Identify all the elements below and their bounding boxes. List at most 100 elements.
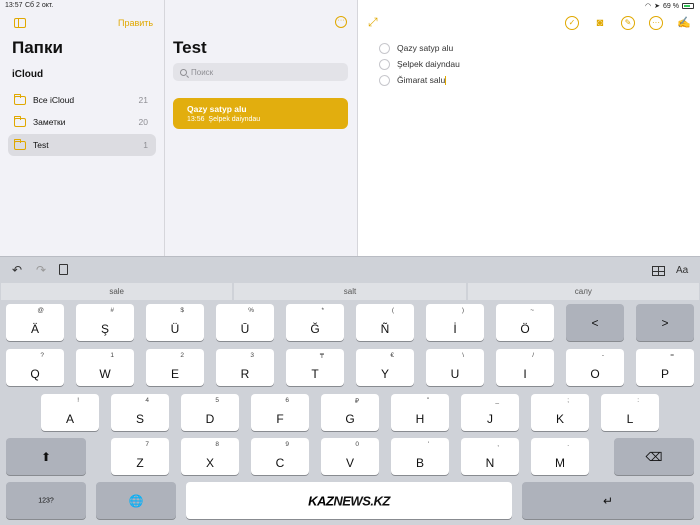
key-s[interactable]: 4S <box>111 394 169 431</box>
space-key[interactable]: KAZNEWS.KZ <box>186 482 512 519</box>
shift-key[interactable]: ⬆ <box>6 438 86 475</box>
table-icon[interactable] <box>652 266 665 276</box>
numbers-key[interactable]: 123? <box>6 482 86 519</box>
return-icon: ↵ <box>602 493 614 508</box>
folders-title: Папки <box>12 38 63 57</box>
space-key-logo: KAZNEWS.KZ <box>308 493 390 508</box>
key-j[interactable]: _ J <box>461 394 519 431</box>
key-g[interactable]: ₽ G <box>321 394 379 431</box>
note-card[interactable]: Qazy satyp alu 13:56 Şelpek daiyndau <box>173 98 348 129</box>
checklist-item[interactable]: Şelpek daiyndau <box>379 56 460 72</box>
suggestion[interactable]: sale <box>1 283 233 300</box>
edit-button[interactable]: Править <box>118 18 153 28</box>
key-p[interactable]: = P <box>636 349 694 386</box>
battery-icon <box>682 3 694 9</box>
key-n-tilde[interactable]: (Ñ <box>356 304 414 341</box>
notes-list: ··· Test Поиск Qazy satyp alu 13:56 Şelp… <box>165 0 358 256</box>
key-f[interactable]: 6F <box>251 394 309 431</box>
location-icon: ➤ <box>654 3 661 10</box>
key-u-macron[interactable]: % Ū <box>216 304 274 341</box>
key-l[interactable]: :L <box>601 394 659 431</box>
undo-icon[interactable]: ↶ <box>12 263 22 277</box>
camera-icon[interactable]: ◙ <box>593 16 607 30</box>
checklist-item[interactable]: Qazy satyp alu <box>379 40 460 56</box>
status-date: Сб 2 окт. <box>25 2 54 9</box>
paste-icon[interactable] <box>59 264 68 275</box>
key-a[interactable]: ! A <box>41 394 99 431</box>
editor-toolbar: ✓ ◙ ✎ ··· ✍ <box>565 16 691 30</box>
suggestion[interactable]: salt <box>234 283 466 300</box>
key-less-than[interactable]: < <box>566 304 624 341</box>
folder-count: 1 <box>143 140 148 150</box>
key-t[interactable]: ₸ T <box>286 349 344 386</box>
shift-icon: ⬆ <box>40 449 52 464</box>
key-s-cedilla[interactable]: # Ş <box>76 304 134 341</box>
key-o-umlaut[interactable]: ~ Ö <box>496 304 554 341</box>
key-r[interactable]: 3R <box>216 349 274 386</box>
keyboard: @ Ä # Ş $ Ü % Ū * Ğ (Ñ ) İ ~ Ö < > ? Q 1W 2E 3R … <box>0 300 700 525</box>
note-meta: 13:56 Şelpek daiyndau <box>187 116 260 123</box>
checkbox-circle-icon[interactable] <box>379 42 390 54</box>
backspace-key[interactable]: ⌫ <box>614 438 694 475</box>
status-right: ◠ ➤ 69 % <box>645 2 694 10</box>
folder-notes[interactable]: Заметки 20 <box>8 111 156 133</box>
key-v[interactable]: 0V <box>321 438 379 475</box>
key-n[interactable]: ,N <box>461 438 519 475</box>
checklist-icon[interactable]: ✓ <box>565 16 579 30</box>
key-u[interactable]: \ U <box>426 349 484 386</box>
checkbox-circle-icon[interactable] <box>379 58 390 70</box>
key-q[interactable]: ? Q <box>6 349 64 386</box>
key-z[interactable]: 7Z <box>111 438 169 475</box>
key-greater-than[interactable]: > <box>636 304 694 341</box>
key-m[interactable]: .M <box>531 438 589 475</box>
markup-icon[interactable]: ✎ <box>621 16 635 30</box>
key-y[interactable]: € Y <box>356 349 414 386</box>
key-o[interactable]: -O <box>566 349 624 386</box>
key-x[interactable]: 8X <box>181 438 239 475</box>
more-options-icon[interactable]: ··· <box>335 16 347 28</box>
list-title: Test <box>173 38 207 57</box>
key-d[interactable]: 5D <box>181 394 239 431</box>
text-cursor <box>445 75 447 85</box>
note-title: Qazy satyp alu <box>187 104 247 114</box>
checklist-item-text[interactable]: Şelpek daiyndau <box>397 59 460 69</box>
search-input[interactable]: Поиск <box>173 63 348 81</box>
key-w[interactable]: 1W <box>76 349 134 386</box>
key-a-umlaut[interactable]: @ Ä <box>6 304 64 341</box>
note-editor: ⤢ ✓ ◙ ✎ ··· ✍ Qazy satyp alu Şelpek daiy… <box>358 0 700 256</box>
checklist-item-text[interactable]: Qazy satyp alu <box>397 43 453 53</box>
key-b[interactable]: ' B <box>391 438 449 475</box>
status-bar: 13:57 Сб 2 окт. ◠ ➤ 69 % <box>0 0 700 12</box>
globe-key[interactable]: 🌐 <box>96 482 176 519</box>
compose-icon[interactable]: ✍ <box>677 16 691 30</box>
more-icon[interactable]: ··· <box>649 16 663 30</box>
key-u-umlaut[interactable]: $ Ü <box>146 304 204 341</box>
key-k[interactable]: ; K <box>531 394 589 431</box>
return-key[interactable]: ↵ <box>522 482 694 519</box>
checkbox-circle-icon[interactable] <box>379 74 390 86</box>
key-h[interactable]: " H <box>391 394 449 431</box>
folder-icon <box>14 138 26 150</box>
note-preview: Şelpek daiyndau <box>208 116 261 123</box>
format-icon[interactable]: Aa <box>676 265 688 276</box>
expand-icon[interactable]: ⤢ <box>368 16 381 29</box>
status-time: 13:57 <box>5 2 23 9</box>
key-i[interactable]: / I <box>496 349 554 386</box>
redo-icon[interactable]: ↷ <box>36 263 46 277</box>
key-e[interactable]: 2E <box>146 349 204 386</box>
icloud-section-header[interactable]: iCloud <box>12 69 43 80</box>
checklist-item-text[interactable]: Ğimarat salu <box>397 75 445 85</box>
folder-name: Заметки <box>33 117 66 127</box>
folder-all-icloud[interactable]: Все iCloud 21 <box>8 89 156 111</box>
key-g-breve[interactable]: * Ğ <box>286 304 344 341</box>
delete-icon: ⌫ <box>645 449 663 464</box>
key-i-dot[interactable]: ) İ <box>426 304 484 341</box>
sidebar-toggle-icon[interactable] <box>14 18 26 28</box>
keyboard-shortcut-bar: ↶ ↷ Aa <box>0 256 700 283</box>
suggestion[interactable]: салу <box>467 283 699 300</box>
folder-name: Все iCloud <box>33 95 75 105</box>
key-c[interactable]: 9C <box>251 438 309 475</box>
checklist-item[interactable]: Ğimarat salu <box>379 72 460 88</box>
search-icon <box>180 68 187 76</box>
folder-test[interactable]: Test 1 <box>8 134 156 156</box>
